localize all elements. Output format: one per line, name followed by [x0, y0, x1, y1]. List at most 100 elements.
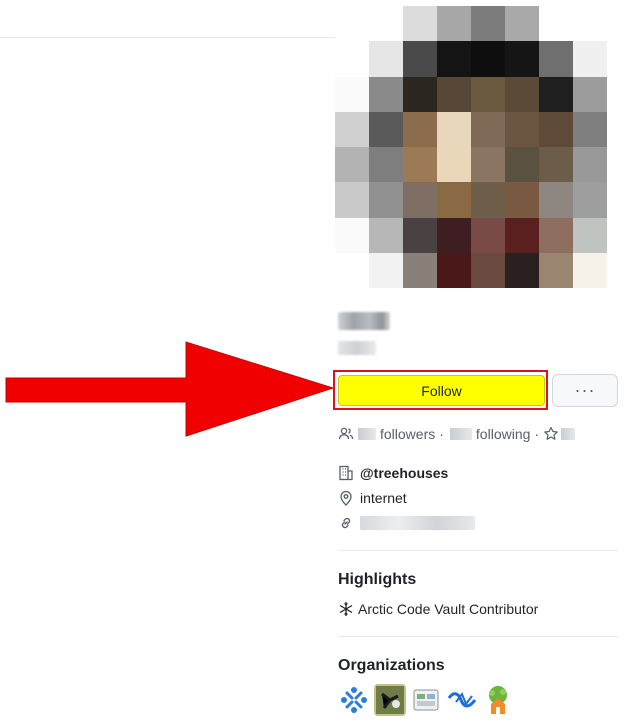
section-divider: [338, 636, 618, 637]
avatar-pixel: [403, 252, 437, 288]
org-avatar-4[interactable]: [446, 684, 478, 716]
org-avatar-5[interactable]: [482, 684, 514, 716]
avatar-pixel: [403, 182, 437, 218]
organization-mention[interactable]: @treehouses: [360, 465, 448, 481]
avatar-pixel: [471, 76, 505, 112]
avatar-pixel: [335, 6, 369, 42]
avatar-pixel-grid: [335, 6, 607, 288]
website-link-blurred[interactable]: [360, 516, 475, 530]
avatar-pixel: [403, 6, 437, 42]
avatar-pixel: [335, 217, 369, 253]
profile-login-blurred: [338, 339, 376, 357]
avatar-pixel: [335, 111, 369, 147]
avatar-pixel: [471, 41, 505, 77]
avatar-pixel: [369, 252, 403, 288]
star-icon: [543, 426, 559, 442]
avatar-pixel: [369, 182, 403, 218]
following-count-blurred[interactable]: [449, 428, 472, 440]
avatar-pixel: [573, 217, 607, 253]
snowflake-icon: [338, 601, 354, 617]
avatar-pixel: [437, 182, 471, 218]
location-icon: [338, 490, 354, 506]
profile-organization: @treehouses: [338, 465, 448, 481]
organizations-list: [338, 684, 514, 716]
avatar-pixel: [539, 111, 573, 147]
avatar-pixel: [539, 76, 573, 112]
profile-website: [338, 515, 475, 531]
avatar-pixel: [505, 252, 539, 288]
avatar-pixel: [369, 6, 403, 42]
link-icon: [338, 515, 354, 531]
avatar-pixel: [403, 111, 437, 147]
avatar-pixel: [573, 182, 607, 218]
avatar-pixel: [471, 147, 505, 183]
avatar-pixel: [573, 252, 607, 288]
people-icon: [338, 426, 354, 442]
kebab-horizontal-icon: ···: [574, 380, 596, 400]
avatar-pixel: [539, 217, 573, 253]
header-divider: [0, 37, 335, 38]
avatar-pixel: [369, 111, 403, 147]
avatar-pixel: [539, 6, 573, 42]
avatar-pixel: [505, 6, 539, 42]
avatar-pixel: [539, 182, 573, 218]
avatar-pixel: [369, 217, 403, 253]
avatar-pixel: [505, 182, 539, 218]
avatar-pixel: [437, 6, 471, 42]
avatar-pixel: [335, 252, 369, 288]
avatar-pixel: [335, 182, 369, 218]
following-label[interactable]: following: [476, 426, 530, 442]
avatar-pixel: [335, 41, 369, 77]
avatar-pixel: [403, 41, 437, 77]
stars-count-blurred[interactable]: [561, 428, 576, 440]
red-arrow-annotation: [5, 341, 335, 437]
avatar-pixel: [471, 252, 505, 288]
avatar-pixel: [471, 217, 505, 253]
followers-count-blurred[interactable]: [358, 428, 376, 440]
avatar-pixel: [403, 76, 437, 112]
avatar-pixel: [437, 252, 471, 288]
avatar-pixel: [505, 111, 539, 147]
avatar-pixel: [471, 182, 505, 218]
org-avatar-2[interactable]: [374, 684, 406, 716]
avatar-pixel: [437, 41, 471, 77]
org-avatar-1[interactable]: [338, 684, 370, 716]
avatar-pixel: [505, 147, 539, 183]
avatar-pixel: [437, 147, 471, 183]
profile-location: internet: [338, 490, 407, 506]
highlight-item[interactable]: Arctic Code Vault Contributor: [338, 601, 538, 617]
avatar-pixel: [437, 111, 471, 147]
follow-button[interactable]: Follow: [338, 375, 545, 406]
avatar-pixel: [369, 147, 403, 183]
avatar-pixel: [335, 147, 369, 183]
avatar-pixel: [437, 217, 471, 253]
avatar-pixel: [369, 41, 403, 77]
followers-label[interactable]: followers: [380, 426, 435, 442]
stats-separator: ·: [439, 426, 444, 442]
highlight-label: Arctic Code Vault Contributor: [358, 601, 539, 617]
profile-name-blurred: [338, 309, 390, 333]
highlights-title: Highlights: [338, 571, 417, 588]
avatar-pixel: [573, 41, 607, 77]
avatar-pixel: [403, 217, 437, 253]
more-options-button[interactable]: ···: [552, 374, 618, 407]
avatar-pixel: [471, 111, 505, 147]
organizations-title: Organizations: [338, 657, 445, 674]
avatar-pixel: [403, 147, 437, 183]
avatar-pixel: [539, 147, 573, 183]
avatar-pixel: [573, 111, 607, 147]
org-avatar-3[interactable]: [410, 684, 442, 716]
building-icon: [338, 465, 354, 481]
avatar[interactable]: [335, 6, 607, 288]
section-divider: [338, 550, 618, 551]
follow-button-label: Follow: [421, 382, 462, 399]
avatar-pixel: [505, 41, 539, 77]
follow-stats: followers · following ·: [338, 425, 579, 443]
avatar-pixel: [539, 252, 573, 288]
avatar-pixel: [573, 147, 607, 183]
avatar-pixel: [335, 76, 369, 112]
avatar-pixel: [573, 6, 607, 42]
avatar-pixel: [505, 76, 539, 112]
avatar-pixel: [471, 6, 505, 42]
avatar-pixel: [573, 76, 607, 112]
